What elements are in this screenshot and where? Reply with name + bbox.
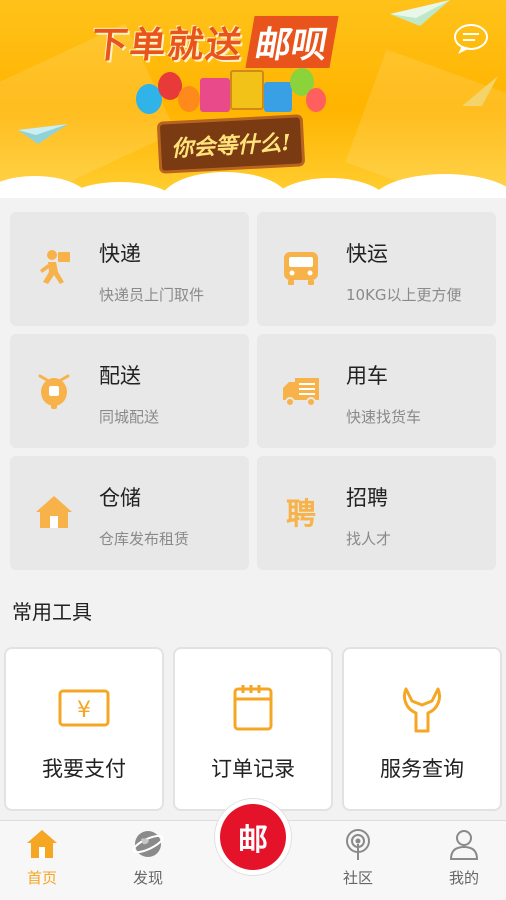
bus-icon: [281, 248, 321, 288]
post-logo-icon: 邮: [220, 804, 286, 870]
tools-section-title: 常用工具: [12, 600, 92, 624]
tab-community[interactable]: 社区: [318, 821, 398, 900]
banner-board-text: 你会等什么!: [170, 129, 292, 163]
service-subtitle: 10KG以上更方便: [346, 286, 462, 304]
truck-icon: [281, 370, 321, 410]
center-post-button[interactable]: 邮: [214, 798, 292, 876]
service-title: 仓储: [99, 486, 141, 510]
service-subtitle: 同城配送: [99, 408, 160, 426]
banner-clouds: [0, 168, 506, 198]
service-card-delivery[interactable]: 配送 同城配送: [10, 334, 249, 448]
banner-title-part2: 邮呗: [245, 16, 339, 68]
promo-banner[interactable]: 下单就送 邮呗 你会等什么!: [0, 0, 506, 198]
svg-text:聘: 聘: [286, 497, 316, 532]
service-card-recruit[interactable]: 聘 招聘 找人才: [257, 456, 496, 570]
tool-label: 我要支付: [42, 757, 126, 781]
yen-icon: ¥: [56, 683, 112, 733]
hire-icon: 聘: [281, 492, 321, 532]
home-icon: [25, 827, 59, 861]
tool-pay-button[interactable]: ¥ 我要支付: [4, 647, 164, 811]
chat-bubble-icon: [454, 24, 488, 54]
tab-mine[interactable]: 我的: [424, 821, 504, 900]
service-title: 快递: [99, 242, 141, 266]
banner-title-part1: 下单就送: [89, 25, 246, 66]
tool-label: 订单记录: [211, 757, 295, 781]
tool-label: 服务查询: [380, 757, 464, 781]
paper-plane-icon: [462, 76, 498, 106]
service-card-storage[interactable]: 仓储 仓库发布租赁: [10, 456, 249, 570]
tab-discover[interactable]: 发现: [108, 821, 188, 900]
scooter-icon: [34, 370, 74, 410]
tab-label: 社区: [342, 869, 373, 887]
service-subtitle: 快递员上门取件: [99, 286, 205, 304]
user-icon: [447, 827, 481, 861]
globe-icon: [131, 827, 165, 861]
tab-label: 我的: [448, 869, 479, 887]
courier-icon: [34, 248, 74, 288]
banner-board: 你会等什么!: [156, 114, 306, 174]
broadcast-icon: [341, 827, 375, 861]
service-title: 快运: [346, 242, 388, 266]
svg-text:¥: ¥: [77, 698, 91, 723]
service-subtitle: 找人才: [346, 530, 392, 548]
service-card-vehicle[interactable]: 用车 快速找货车: [257, 334, 496, 448]
paper-plane-icon: [18, 124, 68, 144]
tab-label: 首页: [26, 869, 57, 887]
banner-title: 下单就送 邮呗: [89, 14, 392, 70]
service-title: 招聘: [346, 486, 388, 510]
house-icon: [34, 492, 74, 532]
tool-service-query-button[interactable]: 服务查询: [342, 647, 502, 811]
center-button-label: 邮: [238, 823, 268, 858]
calendar-icon: [225, 683, 281, 733]
service-card-freight[interactable]: 快运 10KG以上更方便: [257, 212, 496, 326]
service-title: 用车: [346, 364, 388, 388]
service-card-express[interactable]: 快递 快递员上门取件: [10, 212, 249, 326]
message-button[interactable]: [452, 22, 490, 56]
wrench-icon: [394, 683, 450, 733]
tab-home[interactable]: 首页: [2, 821, 82, 900]
tool-orders-button[interactable]: 订单记录: [173, 647, 333, 811]
service-title: 配送: [99, 364, 141, 388]
tab-label: 发现: [132, 869, 163, 887]
paper-plane-icon: [390, 0, 450, 26]
service-subtitle: 仓库发布租赁: [99, 530, 190, 548]
service-subtitle: 快速找货车: [346, 408, 422, 426]
